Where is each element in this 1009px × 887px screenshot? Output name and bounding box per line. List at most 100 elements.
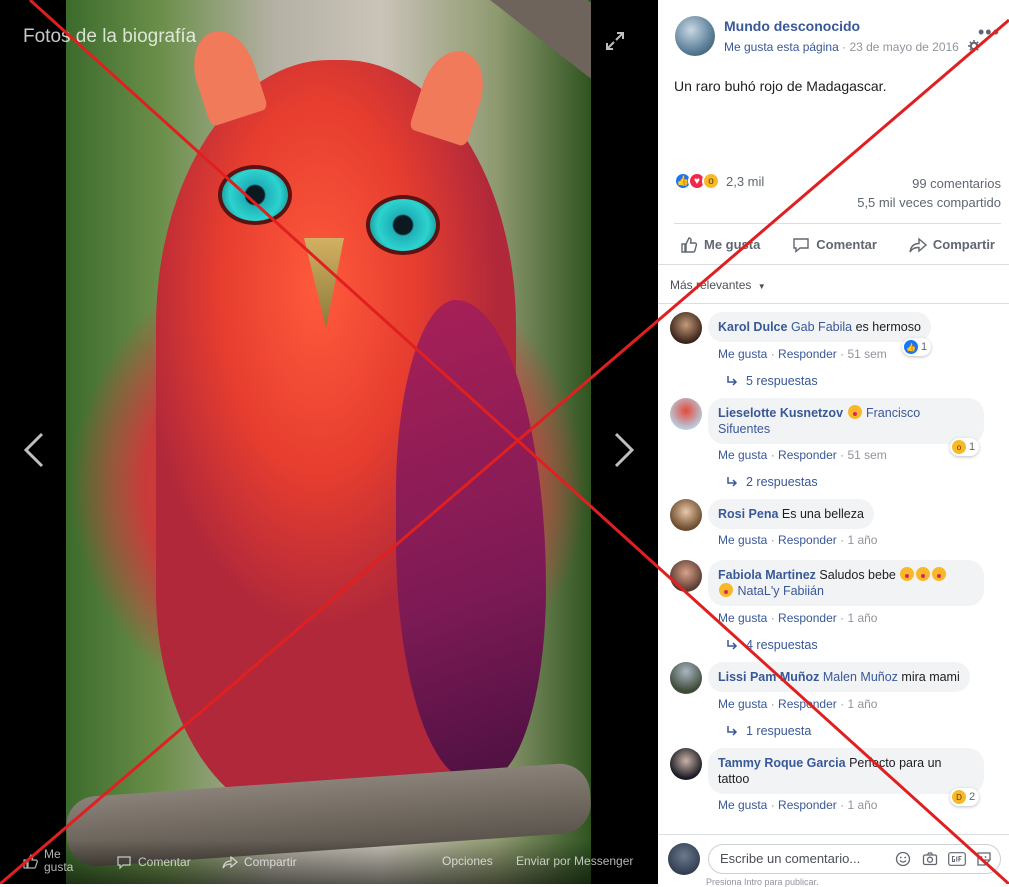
comment-text: Perfecto para un (845, 756, 942, 770)
comment-icon (793, 237, 809, 253)
comments-count[interactable]: 99 comentarios (912, 176, 1001, 191)
commenter-avatar[interactable] (670, 662, 702, 694)
emoji-icon[interactable] (894, 851, 912, 867)
post-text: Un raro buhó rojo de Madagascar. (674, 78, 887, 94)
comment-like-link[interactable]: Me gusta (718, 697, 767, 711)
comment-reply-link[interactable]: Responder (778, 697, 837, 711)
comment-bubble: Fabiola Martinez Saludos bebe NataL'y Fa… (708, 560, 984, 606)
viewer-like-button[interactable]: Me gusta (22, 848, 73, 874)
reply-arrow-icon (727, 376, 738, 386)
caret-down-icon: ▼ (757, 282, 766, 291)
viewer-comment-button[interactable]: Comentar (116, 854, 191, 870)
commenter-name[interactable]: Karol Dulce (718, 320, 787, 334)
owl-photo[interactable] (66, 0, 591, 884)
comment-actions: Me gusta · Responder · 1 año (718, 697, 878, 711)
like-button[interactable]: Me gusta (674, 236, 766, 254)
post-date[interactable]: 23 de mayo de 2016 (849, 40, 958, 54)
commenter-name[interactable]: Fabiola Martinez (718, 568, 816, 582)
comment-tag-continued[interactable]: Sifuentes (718, 422, 770, 436)
comment-age[interactable]: 1 año (847, 697, 877, 711)
comment-like-link[interactable]: Me gusta (718, 448, 767, 462)
comment-bubble: Karol Dulce Gab Fabila es hermoso (708, 312, 931, 342)
commenter-name[interactable]: Rosi Pena (718, 507, 778, 521)
commenter-avatar[interactable] (670, 560, 702, 592)
owl-eye-right (366, 195, 440, 255)
reply-arrow-icon (727, 640, 738, 650)
post-sidebar: Mundo desconocido Me gusta esta página ·… (658, 0, 1009, 887)
comment-text: mira mami (897, 670, 960, 684)
gear-icon[interactable] (968, 40, 980, 52)
share-icon (222, 855, 238, 869)
owl-ear-left (183, 22, 269, 128)
comment-reaction-badge[interactable]: D 2 (950, 788, 980, 806)
comment-reply-link[interactable]: Responder (778, 347, 837, 361)
comment-sort-dropdown[interactable]: Más relevantes ▼ (670, 278, 766, 292)
reply-arrow-icon (727, 477, 738, 487)
commenter-name[interactable]: Lieselotte Kusnetzov (718, 406, 843, 420)
page-meta: Me gusta esta página · 23 de mayo de 201… (724, 40, 959, 54)
comment-reaction-badge[interactable]: o 1 (950, 438, 980, 456)
comment-actions: Me gusta · Responder · 1 año (718, 533, 878, 547)
viewer-like-label-1: Me (44, 847, 61, 861)
comment-like-link[interactable]: Me gusta (718, 611, 767, 625)
comment-reaction-count: 1 (921, 341, 928, 353)
kiss-emoji-icon (916, 567, 931, 581)
commenter-name[interactable]: Lissi Pam Muñoz (718, 670, 819, 684)
comment-age[interactable]: 1 año (847, 798, 877, 812)
comment-like-link[interactable]: Me gusta (718, 533, 767, 547)
comment-age[interactable]: 51 sem (847, 347, 886, 361)
viewer-messenger-button[interactable]: Enviar por Messenger (516, 854, 633, 868)
commenter-name[interactable]: Tammy Roque Garcia (718, 756, 846, 770)
comment-like-link[interactable]: Me gusta (718, 798, 767, 812)
viewer-options-button[interactable]: Opciones (442, 854, 493, 868)
comment-sort-label: Más relevantes (670, 278, 752, 292)
reaction-summary[interactable]: 👍 ♥ o 2,3 mil (674, 172, 764, 190)
owl-ear-right (408, 42, 494, 148)
kiss-emoji-icon (900, 567, 915, 581)
comment-reply-link[interactable]: Responder (778, 611, 837, 625)
comment-tag[interactable]: Malen Muñoz (823, 670, 898, 684)
previous-photo-icon[interactable] (20, 430, 46, 470)
comment-tag[interactable]: NataL'y Fabiián (737, 584, 823, 598)
comment-age[interactable]: 1 año (847, 611, 877, 625)
haha-reaction-icon: D (952, 790, 966, 804)
comment-like-link[interactable]: Me gusta (718, 347, 767, 361)
comment-reply-link[interactable]: Responder (778, 798, 837, 812)
comment-actions: Me gusta · Responder · 1 año (718, 611, 878, 625)
commenter-avatar[interactable] (670, 748, 702, 780)
camera-icon[interactable] (921, 851, 939, 867)
view-replies-link[interactable]: 5 respuestas (726, 374, 818, 388)
comment-tag[interactable]: Gab Fabila (791, 320, 852, 334)
comment-tag[interactable]: Francisco (866, 406, 920, 420)
page-name[interactable]: Mundo desconocido (724, 18, 860, 34)
share-button[interactable]: Compartir (903, 236, 1001, 254)
commenter-avatar[interactable] (670, 499, 702, 531)
next-photo-icon[interactable] (612, 430, 638, 470)
more-options-icon[interactable]: ••• (978, 22, 1000, 43)
comment-reaction-badge[interactable]: 👍 1 (902, 338, 932, 356)
view-replies-link[interactable]: 2 respuestas (726, 475, 818, 489)
sticker-icon[interactable] (975, 851, 993, 867)
view-replies-link[interactable]: 4 respuestas (726, 638, 818, 652)
gif-icon[interactable] (948, 851, 966, 867)
comment-reaction-count: 1 (969, 441, 976, 453)
owl-eye-left (218, 165, 292, 225)
meta-dot: · (842, 40, 847, 54)
viewer-share-button[interactable]: Compartir (222, 854, 297, 870)
view-replies-link[interactable]: 1 respuesta (726, 724, 811, 738)
comment-age[interactable]: 51 sem (847, 448, 886, 462)
comment-button-label: Comentar (816, 237, 877, 252)
page-avatar[interactable] (675, 16, 715, 56)
commenter-avatar[interactable] (670, 312, 702, 344)
comment-reply-link[interactable]: Responder (778, 448, 837, 462)
commenter-avatar[interactable] (670, 398, 702, 430)
post-action-bar: Me gusta Comentar Compartir (674, 223, 1001, 265)
comment-button[interactable]: Comentar (786, 236, 883, 254)
comment-age[interactable]: 1 año (847, 533, 877, 547)
shares-count[interactable]: 5,5 mil veces compartido (857, 195, 1001, 210)
comment-bubble: Lissi Pam Muñoz Malen Muñoz mira mami (708, 662, 970, 692)
like-page-link[interactable]: Me gusta esta página (724, 40, 839, 54)
expand-icon[interactable] (604, 30, 626, 52)
my-avatar[interactable] (668, 843, 700, 875)
comment-reply-link[interactable]: Responder (778, 533, 837, 547)
